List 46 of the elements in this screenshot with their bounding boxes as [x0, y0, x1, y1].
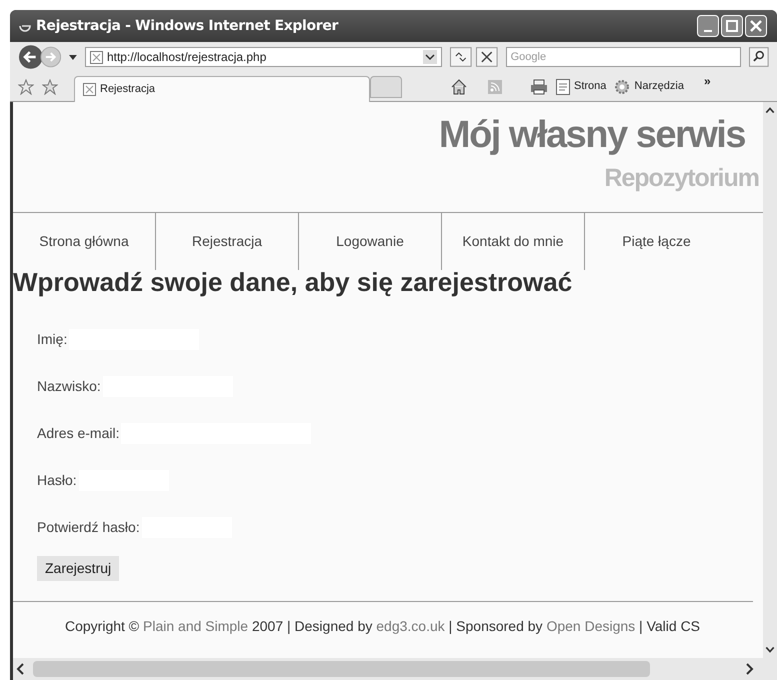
footer-text: Copyright © Plain and Simple 2007 | Designed by edg3.co.uk | Sponsored by Open Designs | Valid CS — [64, 617, 702, 636]
nav-link[interactable]: Kontakt do mnie — [442, 213, 585, 270]
dropdown-icon[interactable] — [423, 50, 438, 64]
field-label: Imię: — [37, 330, 68, 349]
stop-button[interactable] — [476, 47, 498, 67]
caret-icon[interactable] — [69, 54, 77, 60]
field-label: Hasło: — [37, 471, 77, 490]
site-title: Mój własny serwis — [438, 116, 745, 154]
site-subtitle: Repozytorium — [604, 166, 759, 191]
footer-link[interactable]: Open Designs — [546, 618, 636, 634]
close-button[interactable] — [745, 15, 767, 37]
page-icon[interactable] — [556, 78, 570, 94]
page-icon — [83, 82, 96, 96]
page-heading: Wprowadź swoje dane, aby się zarejestrować — [13, 269, 574, 295]
printer-icon[interactable] — [530, 78, 548, 94]
footer-link[interactable]: Plain and Simple — [143, 618, 248, 634]
favorites-star-icon[interactable] — [18, 78, 34, 94]
search-field[interactable]: Google — [506, 47, 742, 67]
field-label: Nazwisko: — [37, 377, 101, 396]
horizontal-scrollbar[interactable] — [10, 658, 777, 680]
back-button[interactable] — [18, 44, 44, 70]
field-label: Adres e-mail: — [37, 424, 120, 443]
search-icon[interactable] — [749, 47, 769, 67]
window-title: Rejestracja - Windows Internet Explorer — [36, 16, 338, 36]
gear-icon[interactable] — [614, 78, 630, 94]
minimize-button[interactable] — [697, 15, 719, 37]
nav-link[interactable]: Strona główna — [13, 213, 156, 270]
field-label: Potwierdź hasło: — [37, 518, 140, 537]
more-button[interactable]: » — [704, 72, 711, 90]
page-icon — [90, 50, 103, 64]
page-menu[interactable]: Strona — [574, 78, 606, 95]
maximize-button[interactable] — [721, 15, 743, 37]
tools-menu[interactable]: Narzędzia — [634, 78, 684, 95]
footer-link[interactable]: edg3.co.uk — [376, 618, 445, 634]
nav-link[interactable]: Logowanie — [299, 213, 442, 270]
vertical-scrollbar[interactable] — [763, 102, 777, 658]
submit-button[interactable]: Zarejestruj — [37, 556, 120, 581]
forward-button[interactable] — [40, 46, 62, 68]
address-field[interactable]: http://localhost/rejestracja.php — [84, 47, 442, 67]
nav-link[interactable]: Piąte łącze — [585, 213, 728, 270]
refresh-button[interactable] — [450, 47, 472, 67]
nav-link[interactable]: Rejestracja — [156, 213, 299, 270]
home-icon[interactable] — [450, 78, 468, 96]
browser-tab[interactable]: Rejestracja — [74, 76, 370, 102]
close-icon — [750, 20, 762, 32]
add-favorite-icon[interactable] — [42, 78, 58, 94]
